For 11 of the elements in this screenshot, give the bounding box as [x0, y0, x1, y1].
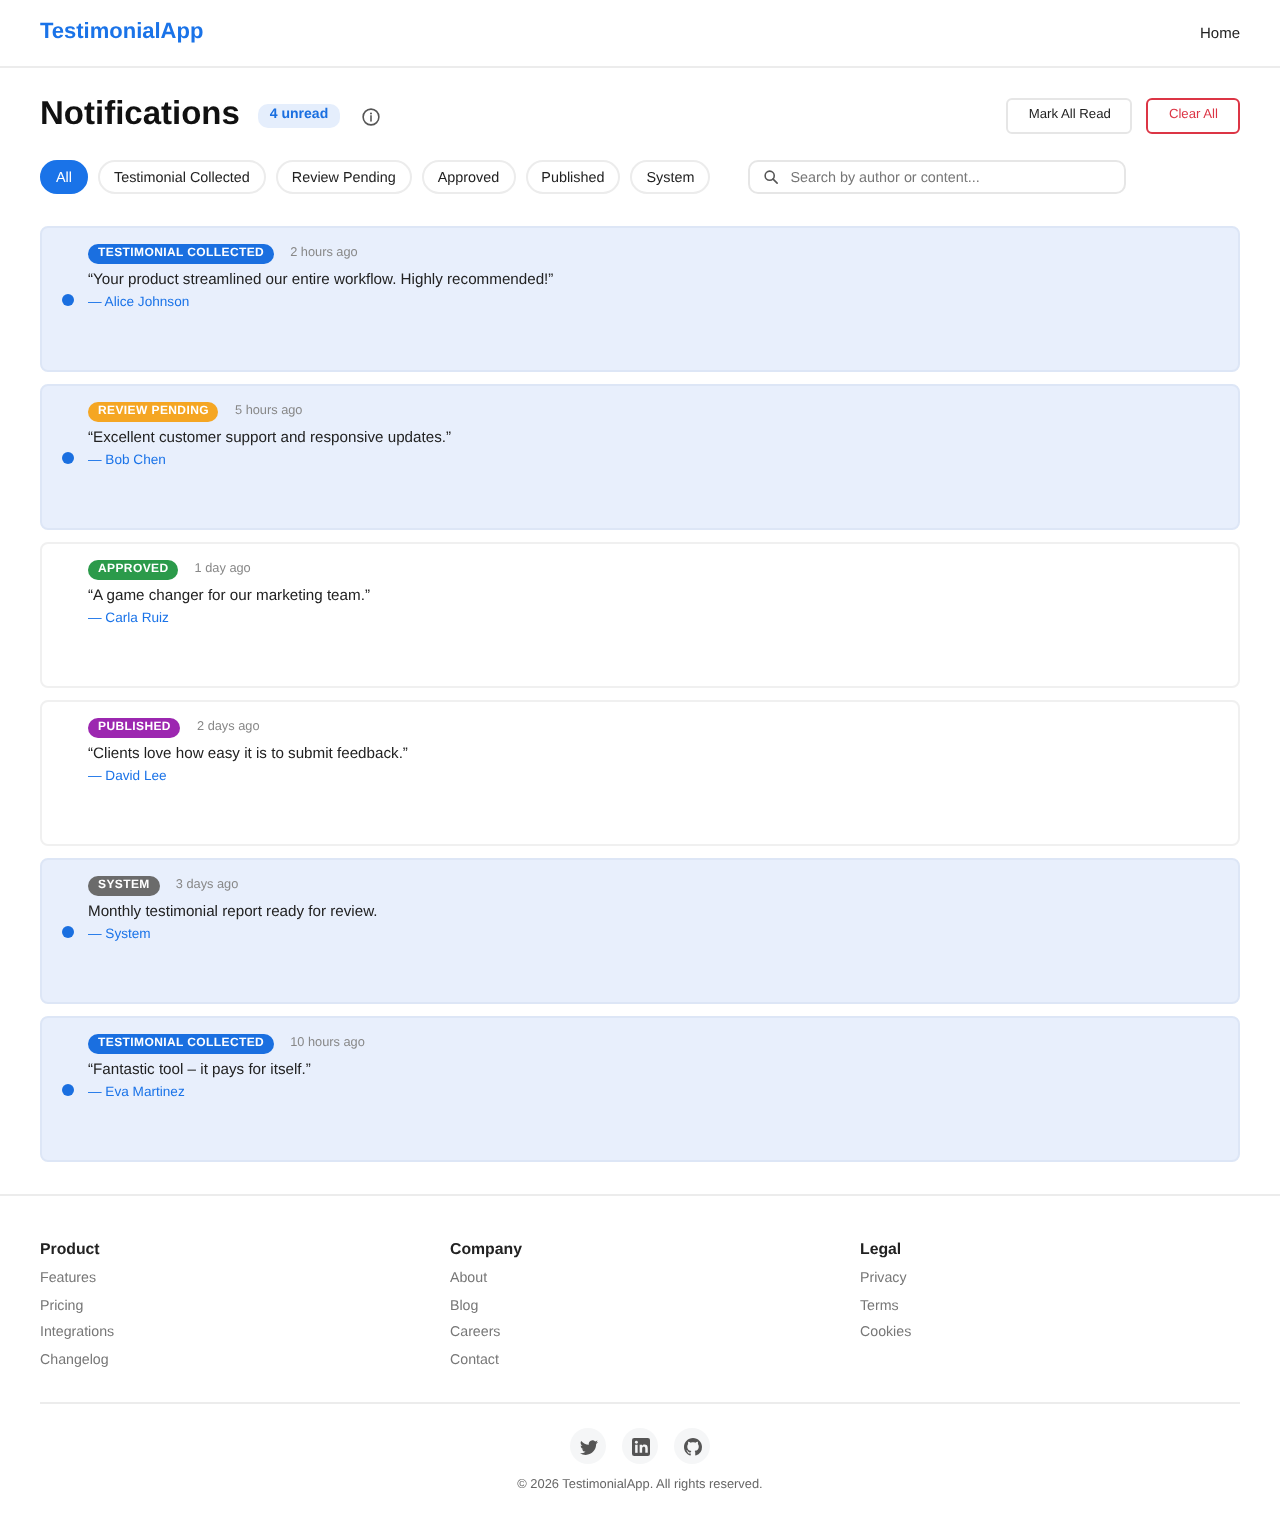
- bird-icon[interactable]: [570, 1428, 606, 1464]
- github-icon[interactable]: [674, 1428, 710, 1464]
- linkedin-icon[interactable]: [622, 1428, 658, 1464]
- brand-logo[interactable]: TestimonialApp: [40, 19, 204, 47]
- page-title: Notifications: [40, 96, 240, 136]
- info-icon: [362, 107, 381, 125]
- unread-dot-icon: [62, 293, 74, 305]
- unread-dot-icon: [62, 925, 74, 937]
- search-icon: [764, 170, 779, 184]
- unread-dot-icon: [62, 1083, 74, 1095]
- unread-dot-icon: [62, 451, 74, 463]
